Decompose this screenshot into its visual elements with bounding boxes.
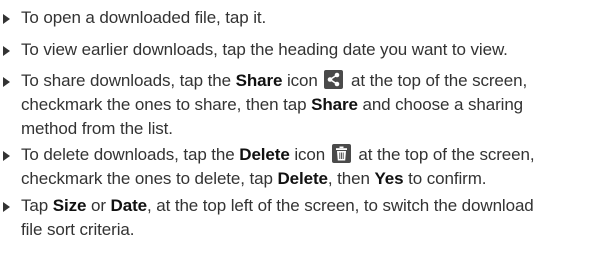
share-term: Share [235, 71, 283, 90]
list-item: To share downloads, tap the Share icon a… [3, 69, 599, 141]
date-term: Date [110, 196, 148, 215]
item-text-part: at the top of the screen, [353, 145, 535, 164]
bullet-arrow-icon [3, 151, 10, 161]
share-icon [324, 70, 344, 89]
item-text: To view earlier downloads, tap the headi… [21, 40, 508, 59]
item-text-part: checkmark the ones to delete, tap [21, 169, 278, 188]
item-text-part: or [86, 196, 111, 215]
item-text-part: icon [282, 71, 318, 90]
list-item: To open a downloaded file, tap it. [3, 6, 599, 30]
yes-term: Yes [374, 169, 404, 188]
share-term: Share [311, 95, 358, 114]
item-text-part: To delete downloads, tap the [21, 145, 240, 164]
item-text-part: To share downloads, tap the [21, 71, 236, 90]
item-text-part: file sort criteria. [21, 220, 135, 239]
list-item: To delete downloads, tap the Delete icon… [3, 143, 599, 191]
item-text-part: Tap [21, 196, 53, 215]
bullet-arrow-icon [3, 14, 10, 24]
list-item: To view earlier downloads, tap the headi… [3, 38, 599, 62]
item-text-part: , then [327, 169, 375, 188]
delete-term: Delete [239, 145, 290, 164]
item-text-part: checkmark the ones to share, then tap [21, 95, 312, 114]
item-text-part: at the top of the screen, [346, 71, 528, 90]
item-text-part: icon [289, 145, 326, 164]
bullet-arrow-icon [3, 77, 10, 87]
bullet-arrow-icon [3, 46, 10, 56]
delete-term: Delete [277, 169, 328, 188]
item-text-part: and choose a sharing [357, 95, 524, 114]
item-text: To open a downloaded file, tap it. [21, 8, 267, 27]
bullet-arrow-icon [3, 202, 10, 212]
trash-icon [331, 144, 351, 163]
size-term: Size [52, 196, 87, 215]
item-text-part: method from the list. [21, 119, 173, 138]
list-item: Tap Size or Date, at the top left of the… [3, 194, 599, 242]
item-text-part: to confirm. [403, 169, 487, 188]
item-text-part: , at the top left of the screen, to swit… [146, 196, 534, 215]
